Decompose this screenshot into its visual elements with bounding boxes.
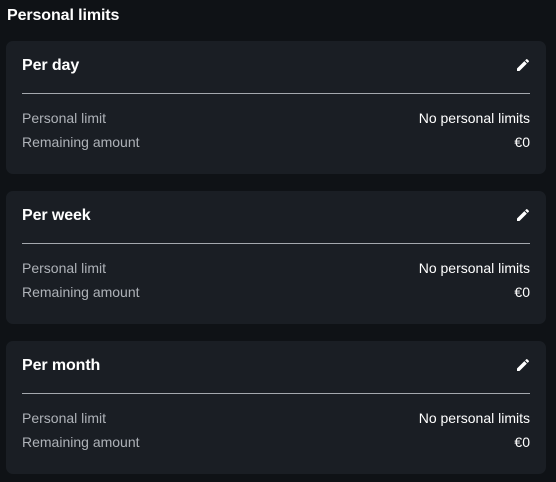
row-value: No personal limits [418,260,530,276]
pencil-icon [517,58,530,71]
row-label: Personal limit [22,260,107,276]
personal-limit-row: Personal limit No personal limits [22,409,530,427]
divider [22,393,530,394]
edit-daily-limit-button[interactable] [514,56,532,74]
card-title: Per day [22,57,80,74]
row-value: No personal limits [418,410,530,426]
personal-limit-row: Personal limit No personal limits [22,259,530,277]
row-value: No personal limits [418,110,530,126]
row-value: €0 [514,134,530,150]
limit-card-per-day: Per day Personal limit No personal limit… [6,41,546,174]
card-title: Per month [22,357,101,374]
remaining-amount-row: Remaining amount €0 [22,283,530,301]
pencil-icon [517,358,530,371]
row-label: Remaining amount [22,434,140,450]
row-label: Personal limit [22,410,107,426]
row-label: Remaining amount [22,134,140,150]
page-title: Personal limits [7,7,120,24]
limit-card-per-week: Per week Personal limit No personal limi… [6,191,546,324]
limit-card-per-month: Per month Personal limit No personal lim… [6,341,546,474]
remaining-amount-row: Remaining amount €0 [22,133,530,151]
divider [22,243,530,244]
edit-weekly-limit-button[interactable] [514,206,532,224]
remaining-amount-row: Remaining amount €0 [22,433,530,451]
row-value: €0 [514,284,530,300]
row-value: €0 [514,434,530,450]
row-label: Remaining amount [22,284,140,300]
personal-limit-row: Personal limit No personal limits [22,109,530,127]
edit-monthly-limit-button[interactable] [514,356,532,374]
card-title: Per week [22,207,91,224]
row-label: Personal limit [22,110,107,126]
pencil-icon [517,208,530,221]
divider [22,93,530,94]
